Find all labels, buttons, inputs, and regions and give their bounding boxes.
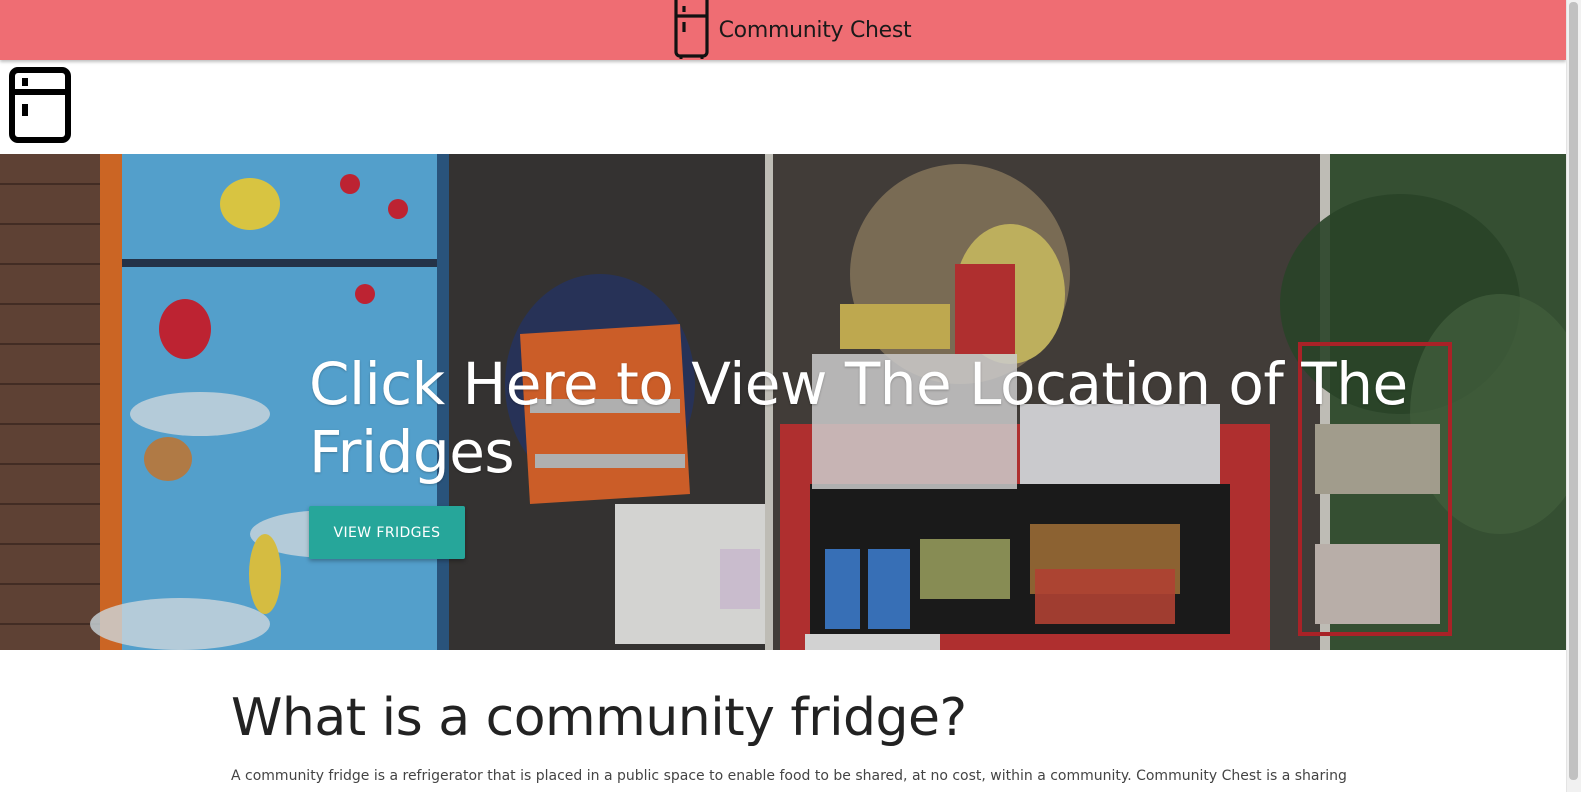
about-title: What is a community fridge? <box>231 688 967 748</box>
hero-banner: Click Here to View The Location of The F… <box>0 154 1566 650</box>
scrollbar-track[interactable] <box>1566 0 1581 792</box>
fridge-icon <box>674 0 709 59</box>
scrollbar-thumb[interactable] <box>1569 2 1578 780</box>
brand-link[interactable]: Community Chest <box>673 0 912 60</box>
fridge-icon <box>9 67 71 143</box>
top-header-bar: Community Chest <box>0 0 1566 60</box>
about-section: What is a community fridge? A community … <box>231 688 1411 786</box>
about-paragraph: A community fridge is a refrigerator tha… <box>231 768 1347 784</box>
view-fridges-button[interactable]: VIEW FRIDGES <box>309 506 465 559</box>
brand-name: Community Chest <box>718 17 912 43</box>
hero-title[interactable]: Click Here to View The Location of The F… <box>309 350 1429 486</box>
